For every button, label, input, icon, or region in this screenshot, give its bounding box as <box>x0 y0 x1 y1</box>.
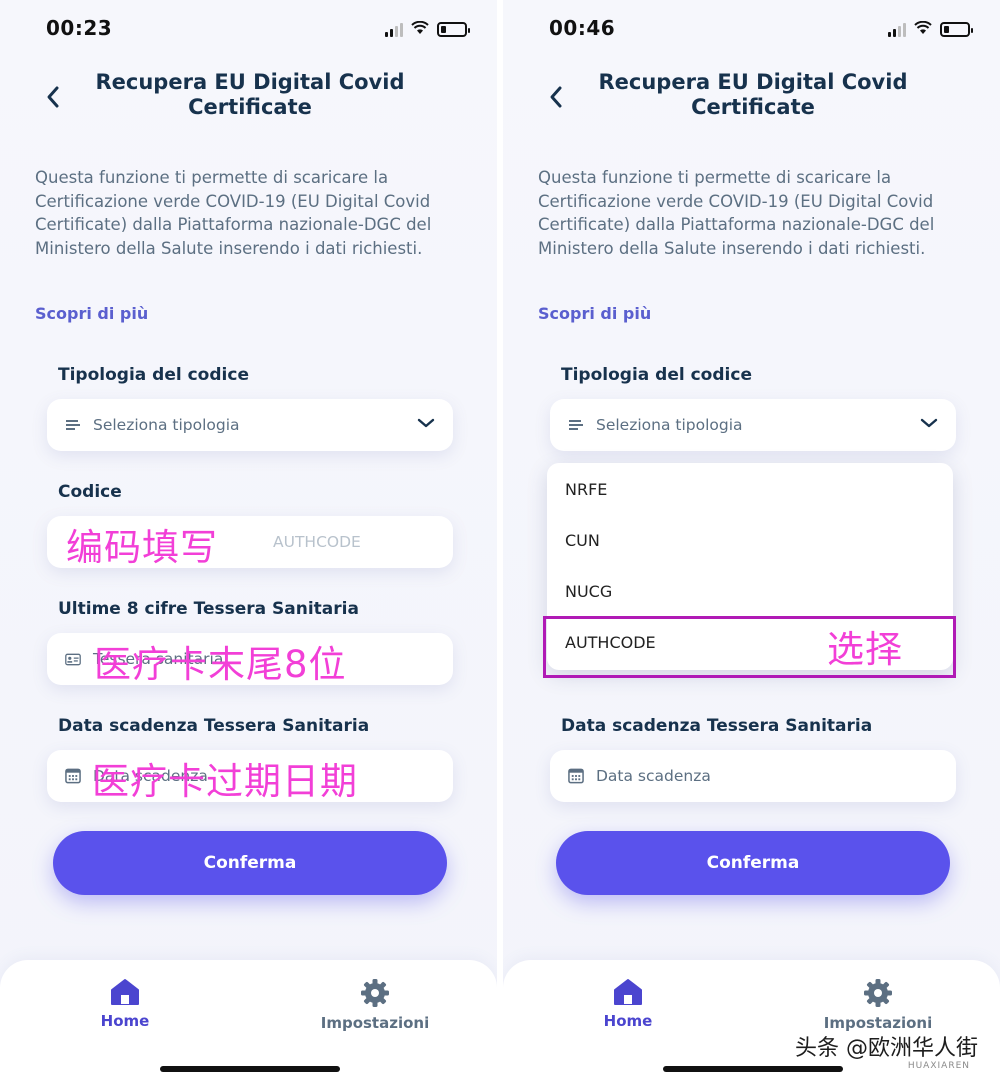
wifi-icon <box>411 20 429 39</box>
card-digits-label: Ultime 8 cifre Tessera Sanitaria <box>58 599 359 619</box>
description: Questa funzione ti permette di scaricare… <box>538 168 935 258</box>
battery-icon <box>940 22 973 37</box>
tab-settings[interactable]: Impostazioni <box>316 978 434 1032</box>
confirm-button[interactable]: Conferma <box>53 831 447 895</box>
tab-home[interactable]: Home <box>593 978 663 1030</box>
back-button[interactable] <box>541 82 571 112</box>
battery-icon <box>437 22 470 37</box>
chevron-down-icon <box>920 415 938 433</box>
left-screen: 00:23 Recupera EU Digital Covid Certific… <box>0 0 497 1081</box>
tab-settings[interactable]: Impostazioni <box>819 978 937 1032</box>
card-expiry-placeholder: Data scadenza <box>596 767 711 785</box>
annotation-card-digits: 医疗卡末尾8位 <box>94 643 347 686</box>
description: Questa funzione ti permette di scaricare… <box>35 168 432 258</box>
annotation-select: 选择 <box>827 628 903 671</box>
back-button[interactable] <box>38 82 68 112</box>
chevron-down-icon <box>417 415 435 433</box>
tab-bar: Home Impostazioni <box>0 960 497 1081</box>
signal-icon <box>385 22 403 37</box>
home-indicator[interactable] <box>663 1066 843 1072</box>
tab-home-label: Home <box>100 1012 150 1030</box>
annotation-card-expiry: 医疗卡过期日期 <box>92 760 358 803</box>
list-icon <box>65 417 81 433</box>
back-chevron-icon <box>47 86 59 108</box>
code-type-select[interactable]: Seleziona tipologia <box>550 399 956 451</box>
dropdown-option-cun[interactable]: CUN <box>565 531 600 550</box>
code-type-value: Seleziona tipologia <box>596 416 743 434</box>
dropdown-option-nucg[interactable]: NUCG <box>565 582 612 601</box>
code-placeholder: AUTHCODE <box>273 533 361 551</box>
card-expiry-input[interactable]: Data scadenza <box>550 750 956 802</box>
status-icons <box>385 20 470 39</box>
tab-home[interactable]: Home <box>90 978 160 1030</box>
gear-icon <box>864 979 892 1007</box>
watermark-sub: HUAXIAREN <box>907 1061 970 1071</box>
code-type-label: Tipologia del codice <box>58 365 249 385</box>
page-title: Recupera EU Digital Covid Certificate <box>598 70 908 119</box>
id-card-icon <box>65 651 81 667</box>
annotation-code: 编码填写 <box>66 526 218 569</box>
status-time: 00:23 <box>46 16 113 40</box>
status-bar: 00:23 <box>0 0 497 56</box>
tab-home-label: Home <box>603 1012 653 1030</box>
card-expiry-label: Data scadenza Tessera Sanitaria <box>58 716 370 736</box>
status-bar: 00:46 <box>503 0 1000 56</box>
confirm-button[interactable]: Conferma <box>556 831 950 895</box>
tab-settings-label: Impostazioni <box>320 1014 430 1032</box>
code-label: Codice <box>58 482 122 502</box>
card-expiry-label: Data scadenza Tessera Sanitaria <box>561 716 873 736</box>
wifi-icon <box>914 20 932 39</box>
list-icon <box>568 417 584 433</box>
code-type-select[interactable]: Seleziona tipologia <box>47 399 453 451</box>
back-chevron-icon <box>550 86 562 108</box>
calendar-icon <box>65 768 81 784</box>
home-indicator[interactable] <box>160 1066 340 1072</box>
page-title: Recupera EU Digital Covid Certificate <box>95 70 405 119</box>
watermark: 头条 @欧洲华人街 <box>795 1036 978 1061</box>
signal-icon <box>888 22 906 37</box>
gear-icon <box>361 979 389 1007</box>
learn-more-link[interactable]: Scopri di più <box>35 304 148 323</box>
learn-more-link[interactable]: Scopri di più <box>538 304 651 323</box>
right-screen: 00:46 Recupera EU Digital Covid Certific… <box>503 0 1000 1081</box>
code-type-label: Tipologia del codice <box>561 365 752 385</box>
status-icons <box>888 20 973 39</box>
calendar-icon <box>568 768 584 784</box>
home-icon <box>111 979 139 1005</box>
dropdown-option-nrfe[interactable]: NRFE <box>565 480 607 499</box>
code-type-value: Seleziona tipologia <box>93 416 240 434</box>
home-icon <box>614 979 642 1005</box>
status-time: 00:46 <box>549 16 616 40</box>
